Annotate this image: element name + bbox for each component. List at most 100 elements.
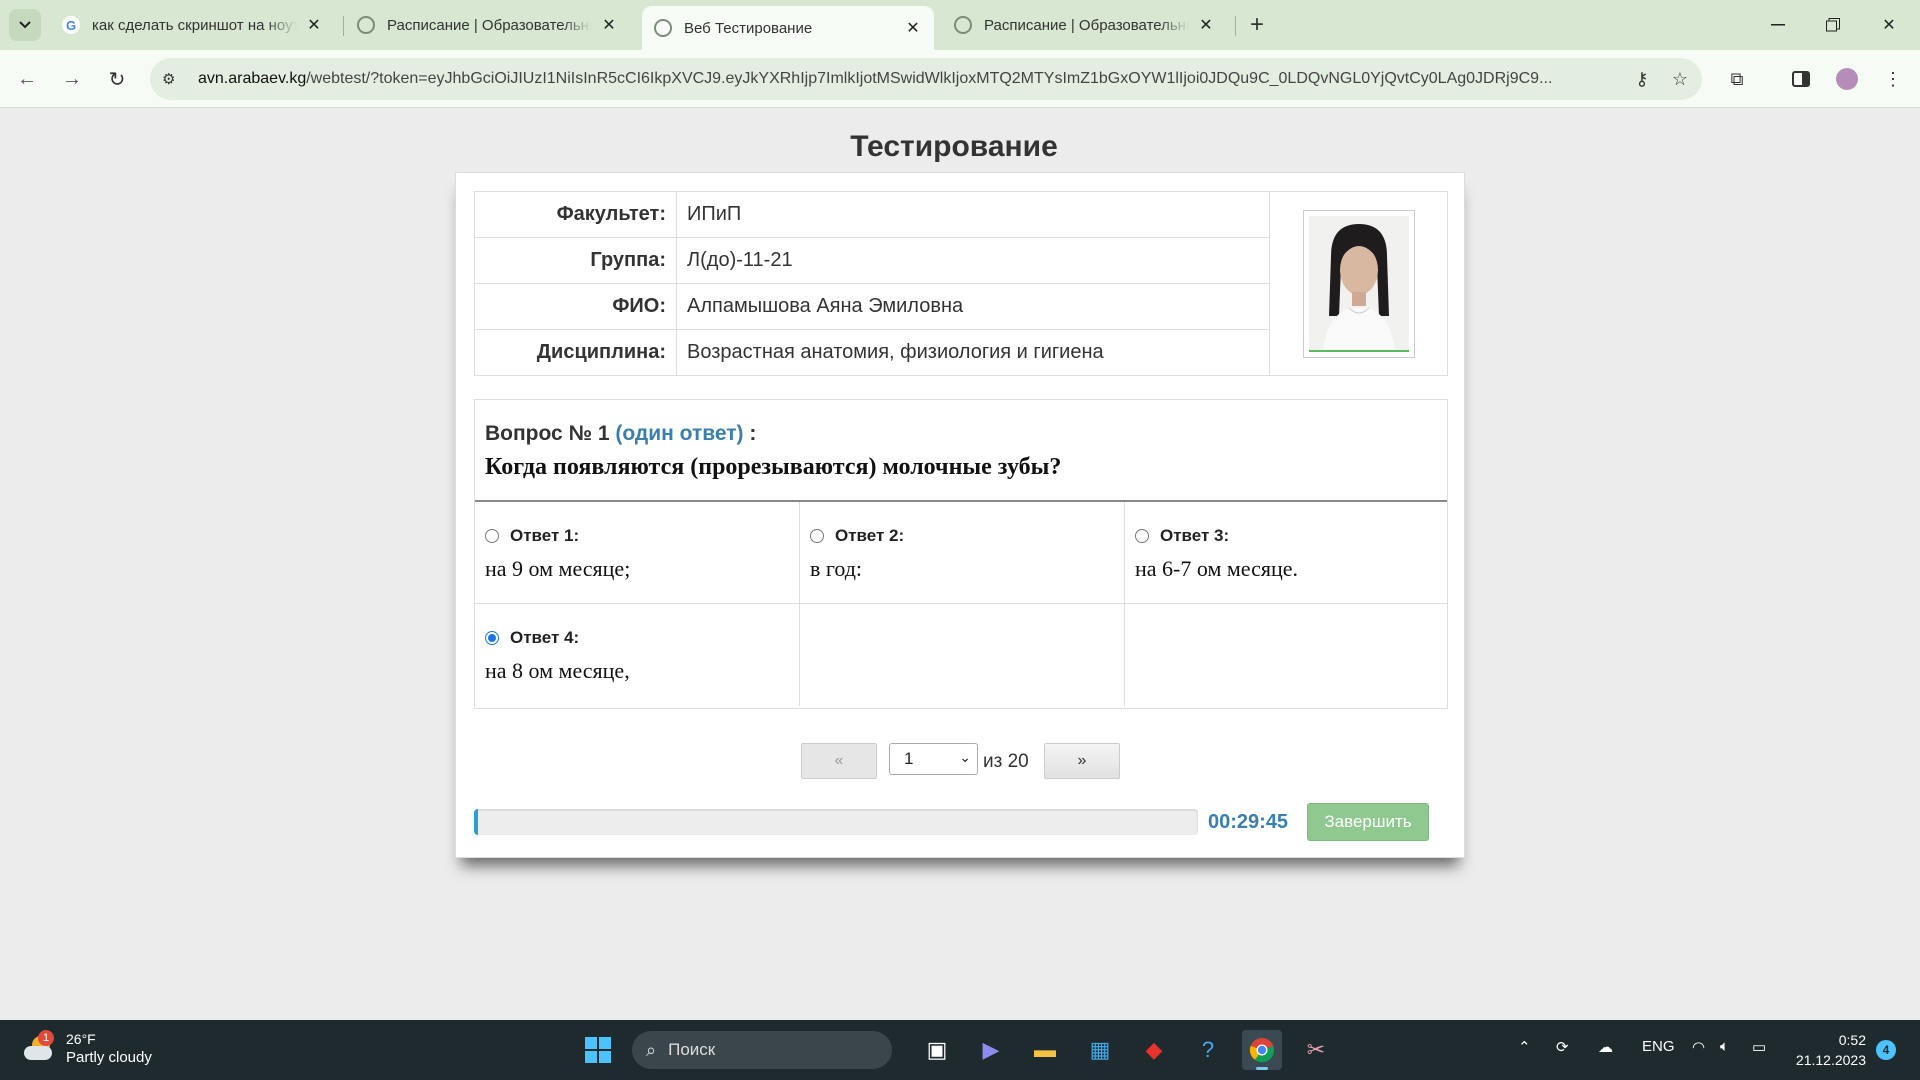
start-button[interactable] [578,1030,618,1070]
globe-icon [357,16,375,34]
google-icon: G [62,16,80,34]
info-row-faculty: Факультет: ИПиП [474,191,1448,376]
close-window-button[interactable]: ✕ [1866,8,1912,42]
wifi-icon[interactable]: ◠ [1692,1038,1705,1056]
question-number-label: Вопрос № 1 [485,422,610,445]
app-diamond-icon[interactable]: ◆ [1134,1030,1174,1070]
forward-button[interactable]: → [55,62,89,96]
question-header: Вопрос № 1 (один ответ) : Когда появляют… [475,400,1447,502]
photo-portrait [1308,215,1409,352]
answer-header: Ответ 1: [485,526,789,546]
tab-separator [1235,16,1236,36]
site-settings-icon[interactable]: ⚙ [162,70,184,88]
snipping-tool-icon[interactable]: ✂ [1296,1030,1336,1070]
answer-option-3[interactable]: Ответ 3: на 6-7 ом месяце. [1125,502,1447,604]
answer-radio-4[interactable] [485,631,499,645]
question-select[interactable]: 1 ⌄ [889,743,978,775]
close-icon[interactable]: ✕ [902,17,924,39]
clock-date: 21.12.2023 [1795,1052,1866,1068]
taskbar-search[interactable]: ⌕ Поиск [632,1031,892,1069]
menu-kebab-icon[interactable]: ⋮ [1876,62,1910,96]
windows-logo-icon [585,1037,611,1063]
close-icon[interactable]: ✕ [1195,14,1217,36]
info-value: ИПиП [676,191,1270,238]
chrome-logo [1249,1038,1275,1063]
tab-google-search[interactable]: G как сделать скриншот на ноутбуке ✕ [50,8,335,42]
notification-badge[interactable]: 4 [1876,1040,1896,1060]
time-progress-bar [474,809,1198,835]
url-text[interactable]: avn.arabaev.kg/webtest/?token=eyJhbGciOi… [198,70,1626,88]
info-label: Дисциплина: [474,329,677,376]
minimize-button[interactable] [1755,8,1801,42]
sync-icon[interactable]: ⟳ [1556,1038,1569,1056]
answer-text[interactable]: на 6-7 ом месяце. [1135,556,1437,582]
answer-radio-3[interactable] [1135,529,1149,543]
tab-schedule-2[interactable]: Расписание | Образовательный портал ✕ [942,8,1227,42]
cloud-off-icon[interactable]: ☁ [1598,1038,1613,1056]
answer-radio-2[interactable] [810,529,824,543]
answer-label[interactable]: Ответ 1: [510,526,579,546]
page-title: Тестирование [850,130,1058,163]
reload-button[interactable]: ↻ [100,62,134,96]
back-button[interactable]: ← [10,62,44,96]
answer-label[interactable]: Ответ 3: [1160,526,1229,546]
empty-cell [800,604,1125,706]
search-icon: ⌕ [646,1039,657,1060]
answer-text[interactable]: на 8 ом месяце, [485,658,789,684]
task-view-icon[interactable]: ▣ [917,1030,957,1070]
photo-cell [1269,191,1448,376]
answer-text[interactable]: в год: [810,556,1114,582]
weather-badge: 1 [38,1030,54,1046]
answer-label[interactable]: Ответ 4: [510,628,579,648]
weather-temperature: 26°F [66,1031,96,1047]
restore-icon [1826,18,1840,32]
weather-widget[interactable]: 1 26°F Partly cloudy [22,1030,152,1068]
side-panel-icon[interactable] [1784,62,1818,96]
tab-web-testing[interactable]: Веб Тестирование ✕ [642,6,934,50]
file-explorer-icon[interactable]: ▬ [1025,1030,1065,1070]
finish-test-button[interactable]: Завершить [1307,803,1429,841]
answer-header: Ответ 4: [485,628,789,648]
password-key-icon[interactable]: ⚷ [1626,63,1658,95]
question-panel: Вопрос № 1 (один ответ) : Когда появляют… [474,399,1448,709]
tab-schedule-1[interactable]: Расписание | Образовательный портал ✕ [345,8,630,42]
system-clock[interactable]: 0:52 21.12.2023 [1776,1030,1866,1070]
answer-option-2[interactable]: Ответ 2: в год: [800,502,1125,604]
help-icon[interactable]: ? [1188,1030,1228,1070]
answer-option-4[interactable]: Ответ 4: на 8 ом месяце, [475,604,800,706]
close-icon[interactable]: ✕ [303,14,325,36]
restore-button[interactable] [1810,8,1856,42]
tab-search-button[interactable] [9,9,41,41]
close-icon: ✕ [1882,17,1896,34]
countdown-timer: 00:29:45 [1208,811,1289,833]
extensions-icon[interactable]: ⧉ [1720,62,1754,96]
teams-icon[interactable]: ▶ [971,1030,1011,1070]
new-tab-button[interactable]: + [1244,11,1270,38]
language-indicator[interactable]: ENG [1642,1038,1675,1055]
clock-time: 0:52 [1838,1032,1866,1048]
battery-icon[interactable]: ▭ [1752,1038,1766,1056]
portrait-image [1308,215,1409,350]
answer-label[interactable]: Ответ 2: [835,526,904,546]
question-mode: (один ответ) [615,422,744,445]
answer-header: Ответ 2: [810,526,1114,546]
weather-condition: Partly cloudy [66,1049,152,1066]
info-value: Алпамышова Аяна Эмиловна [676,283,1270,330]
question-total: из 20 [983,751,1029,772]
info-label: Факультет: [474,191,677,238]
answers-grid: Ответ 1: на 9 ом месяце; Ответ 2: в год:… [475,502,1447,706]
volume-icon[interactable]: 🔈︎ [1720,1038,1729,1055]
answer-text[interactable]: на 9 ом месяце; [485,556,789,582]
tray-chevron-up-icon[interactable]: ⌃ [1518,1038,1531,1056]
close-icon[interactable]: ✕ [598,14,620,36]
bookmark-star-icon[interactable]: ☆ [1664,63,1696,95]
chrome-icon[interactable] [1242,1030,1282,1070]
question-text: Когда появляются (прорезываются) молочны… [485,454,1062,480]
profile-avatar[interactable] [1830,62,1864,96]
prev-question-button[interactable]: « [801,743,877,779]
address-bar[interactable]: ⚙ avn.arabaev.kg/webtest/?token=eyJhbGci… [150,58,1702,100]
next-question-button[interactable]: » [1044,743,1120,779]
answer-radio-1[interactable] [485,529,499,543]
answer-option-1[interactable]: Ответ 1: на 9 ом месяце; [475,502,800,604]
store-icon[interactable]: ▦ [1080,1030,1120,1070]
